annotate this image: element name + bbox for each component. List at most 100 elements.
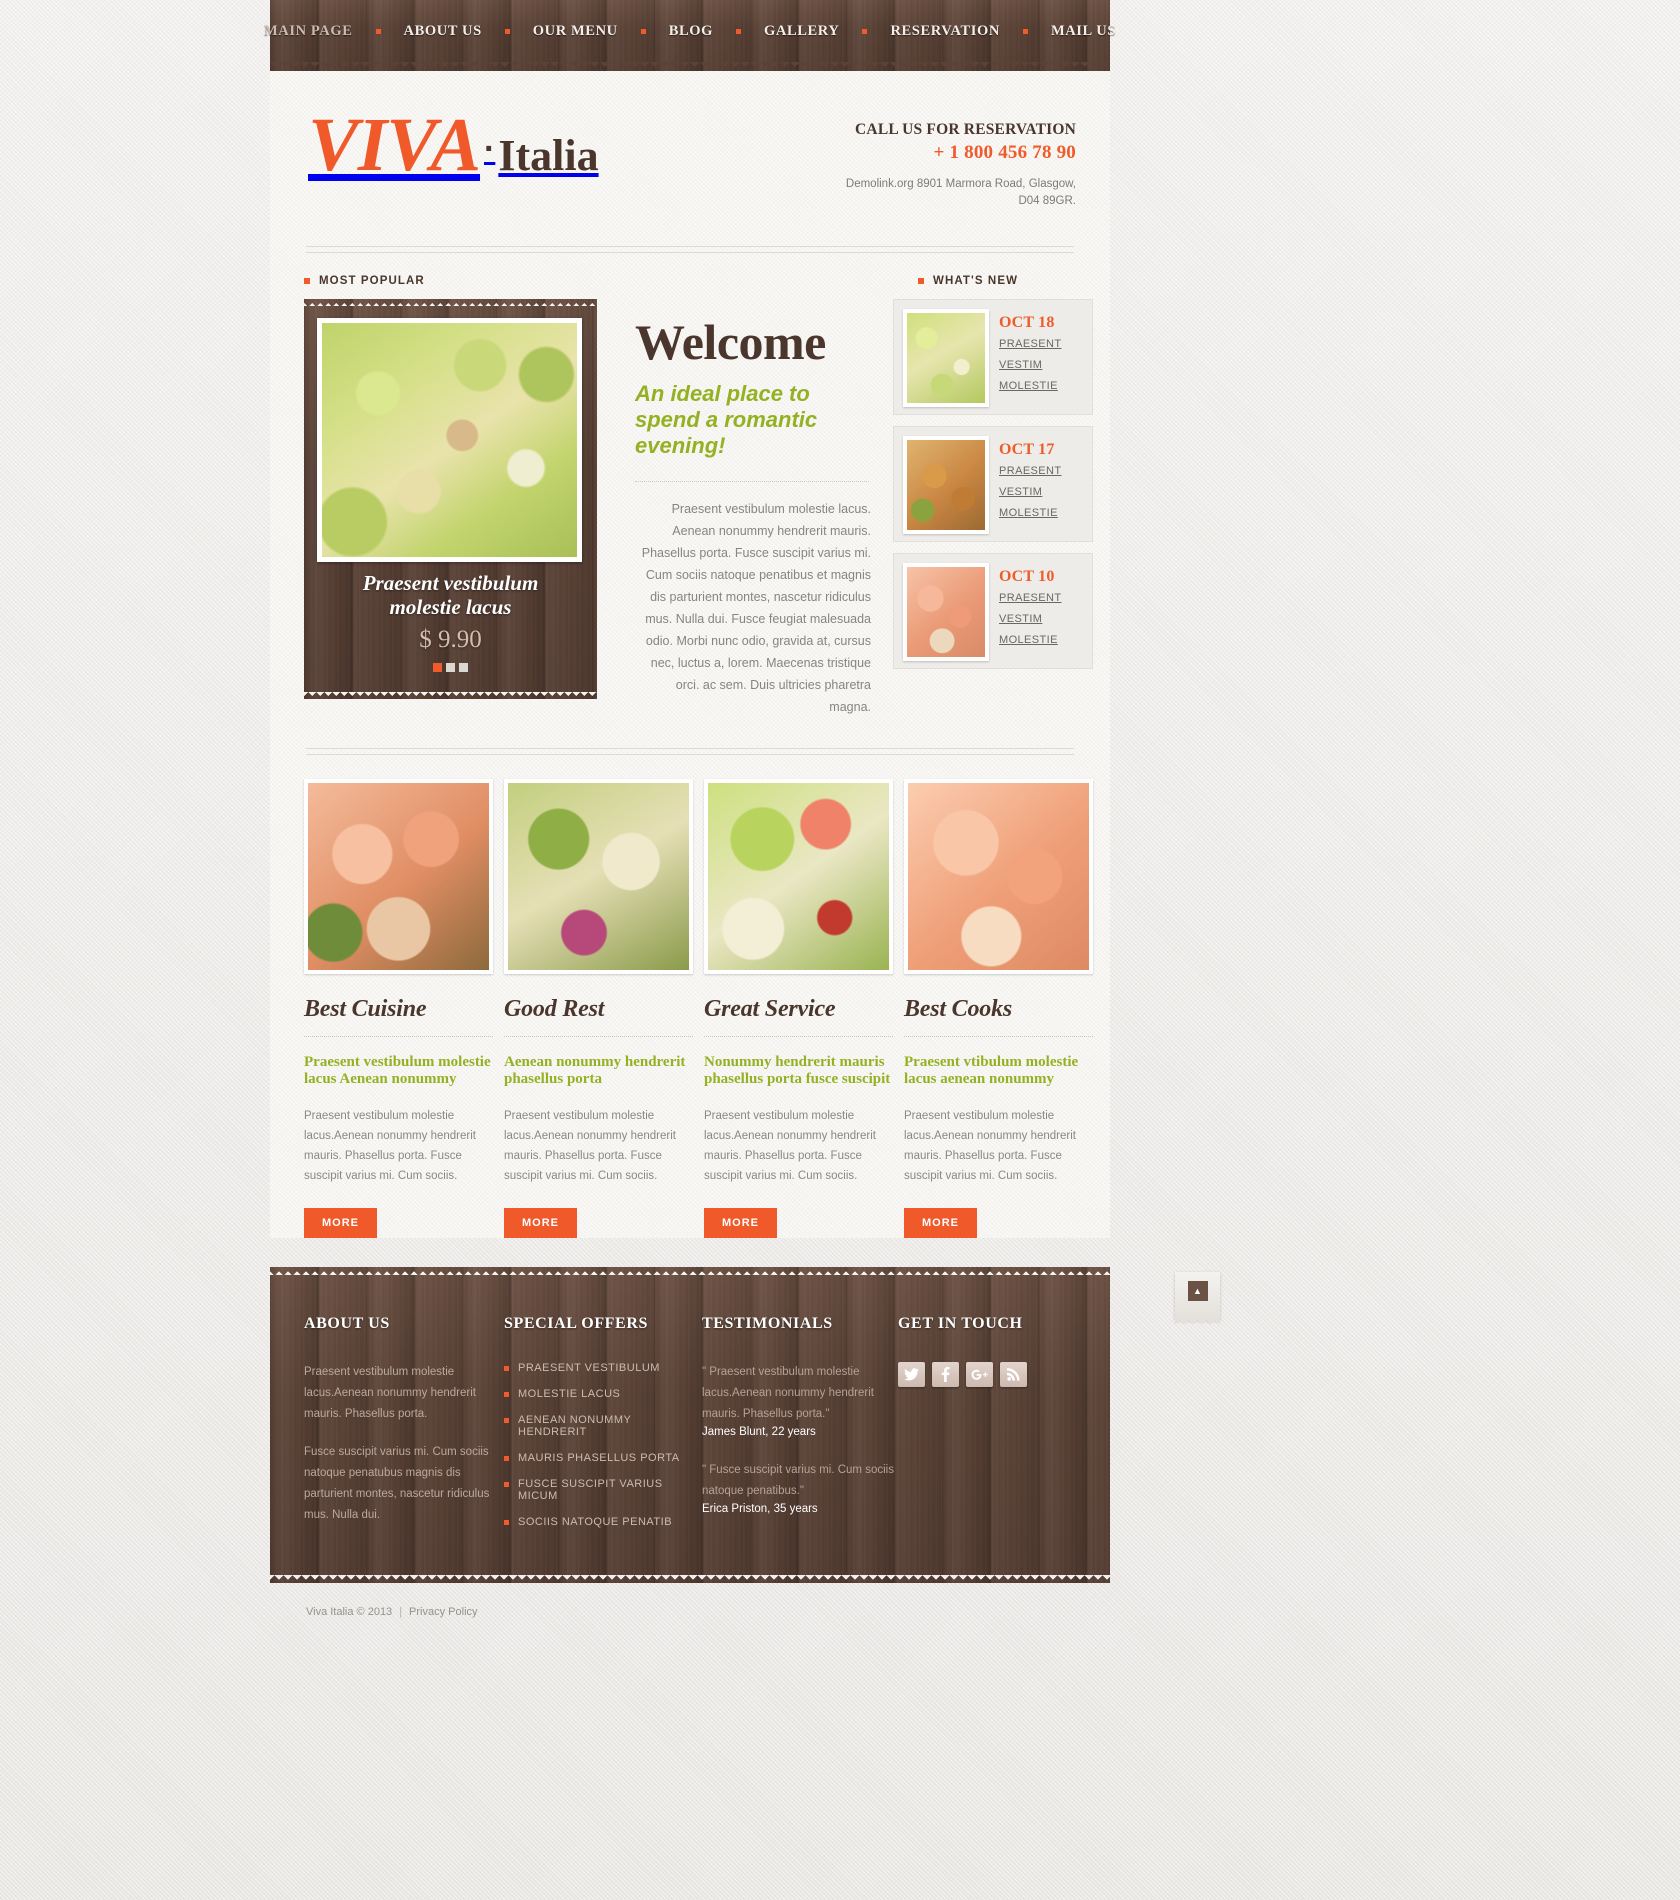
news-link-line-3[interactable]: MOLESTIE bbox=[999, 631, 1062, 649]
feature-heading: Aenean nonummy hendrerit phasellus porta bbox=[504, 1054, 686, 1087]
copyright-separator: | bbox=[399, 1606, 403, 1618]
page-container: MAIN PAGE ABOUT US OUR MENU BLOG GALLERY… bbox=[264, 0, 1115, 1900]
news-date: OCT 10 bbox=[999, 568, 1055, 585]
nav-item-mail-us[interactable]: MAIL US bbox=[1049, 23, 1118, 40]
news-meta: OCT 18 PRAESENT VESTIM MOLESTIE bbox=[999, 309, 1062, 405]
slider-dot-3[interactable] bbox=[459, 663, 468, 672]
news-thumbnail bbox=[903, 309, 989, 407]
main-navigation: MAIN PAGE ABOUT US OUR MENU BLOG GALLERY… bbox=[264, 0, 1115, 71]
news-link-line-2[interactable]: VESTIM bbox=[999, 610, 1062, 628]
site-logo[interactable]: VIVA · Italia bbox=[304, 103, 599, 187]
feature-photo-frame bbox=[504, 779, 693, 974]
feature-shrimp-skewer-image bbox=[308, 783, 489, 970]
nav-item-reservation[interactable]: RESERVATION bbox=[888, 23, 1002, 40]
footer-about-paragraph-1: Praesent vestibulum molestie lacus.Aenea… bbox=[304, 1366, 476, 1420]
bullet-square-icon bbox=[304, 278, 310, 284]
twitter-icon[interactable] bbox=[898, 1362, 925, 1387]
nav-item-main-page[interactable]: MAIN PAGE bbox=[262, 23, 355, 40]
news-link-line-2[interactable]: VESTIM bbox=[999, 483, 1062, 501]
feature-column-good-rest: Good Rest Aenean nonummy hendrerit phase… bbox=[504, 779, 693, 1238]
feature-divider bbox=[504, 1036, 693, 1037]
slider-pagination[interactable] bbox=[304, 663, 597, 672]
feature-column-best-cooks: Best Cooks Praesent vtibulum molestie la… bbox=[904, 779, 1093, 1238]
footer-offer-label: FUSCE SUSCIPIT VARIUS MICUM bbox=[518, 1478, 663, 1502]
feature-more-button[interactable]: MORE bbox=[504, 1208, 577, 1238]
footer-offer-label: MAURIS PHASELLUS PORTA bbox=[518, 1452, 680, 1464]
feature-column-great-service: Great Service Nonummy hendrerit mauris p… bbox=[704, 779, 893, 1238]
feature-photo-frame bbox=[704, 779, 893, 974]
logo-separator-icon: · bbox=[484, 130, 496, 168]
bullet-square-icon bbox=[504, 1366, 509, 1371]
nav-separator-icon bbox=[640, 29, 646, 34]
footer-offer-item[interactable]: AENEAN NONUMMY HENDRERIT bbox=[504, 1414, 702, 1438]
whats-new-list: OCT 18 PRAESENT VESTIM MOLESTIE OCT 17 P… bbox=[893, 299, 1093, 718]
feature-grilled-vegetables-image bbox=[508, 783, 689, 970]
feature-green-salad-image bbox=[708, 783, 889, 970]
footer-offer-item[interactable]: SOCIIS NATOQUE PENATIB bbox=[504, 1516, 702, 1528]
nav-item-blog[interactable]: BLOG bbox=[667, 23, 715, 40]
news-date: OCT 17 bbox=[999, 441, 1055, 458]
most-popular-heading: MOST POPULAR bbox=[304, 275, 918, 287]
bullet-square-icon bbox=[504, 1456, 509, 1461]
news-link-line-2[interactable]: VESTIM bbox=[999, 356, 1062, 374]
footer-column-get-in-touch: GET IN TOUCH bbox=[898, 1315, 1076, 1543]
slider-dot-1[interactable] bbox=[433, 663, 442, 672]
news-item[interactable]: OCT 17 PRAESENT VESTIM MOLESTIE bbox=[893, 426, 1093, 542]
slider-photo-frame bbox=[317, 318, 582, 562]
feature-title: Best Cuisine bbox=[304, 996, 427, 1022]
welcome-block: Welcome An ideal place to spend a romant… bbox=[597, 299, 871, 718]
slider-salad-image bbox=[322, 323, 577, 557]
featured-slider[interactable]: Praesent vestibulum molestie lacus $ 9.9… bbox=[304, 299, 597, 699]
feature-column-best-cuisine: Best Cuisine Praesent vestibulum molesti… bbox=[304, 779, 493, 1238]
feature-heading: Praesent vtibulum molestie lacus aenean … bbox=[904, 1054, 1079, 1087]
slider-caption: Praesent vestibulum molestie lacus $ 9.9… bbox=[304, 571, 597, 654]
contact-block: CALL US FOR RESERVATION + 1 800 456 78 9… bbox=[846, 111, 1076, 210]
news-link-line-1[interactable]: PRAESENT bbox=[999, 462, 1062, 480]
rss-icon[interactable] bbox=[1000, 1362, 1027, 1387]
footer-offer-label: AENEAN NONUMMY HENDRERIT bbox=[518, 1414, 632, 1438]
footer-column-testimonials: TESTIMONIALS " Praesent vestibulum moles… bbox=[702, 1315, 898, 1543]
testimonial-author: Erica Priston, 35 years bbox=[702, 1503, 818, 1515]
slider-dot-2[interactable] bbox=[446, 663, 455, 672]
nav-item-about-us[interactable]: ABOUT US bbox=[402, 23, 484, 40]
news-link-line-3[interactable]: MOLESTIE bbox=[999, 504, 1062, 522]
nav-separator-icon bbox=[375, 29, 381, 34]
slider-caption-line-1: Praesent vestibulum bbox=[362, 571, 539, 595]
news-shrimp-image bbox=[907, 567, 985, 657]
site-header: VIVA · Italia CALL US FOR RESERVATION + … bbox=[304, 71, 1076, 246]
footer-offer-item[interactable]: PRAESENT VESTIBULUM bbox=[504, 1362, 702, 1374]
feature-more-button[interactable]: MORE bbox=[904, 1208, 977, 1238]
feature-more-button[interactable]: MORE bbox=[304, 1208, 377, 1238]
news-salad-image bbox=[907, 313, 985, 403]
news-link-line-1[interactable]: PRAESENT bbox=[999, 589, 1062, 607]
footer-offer-item[interactable]: MAURIS PHASELLUS PORTA bbox=[504, 1452, 702, 1464]
news-link-line-1[interactable]: PRAESENT bbox=[999, 335, 1062, 353]
feature-divider bbox=[704, 1036, 893, 1037]
bullet-square-icon bbox=[504, 1418, 509, 1423]
bullet-square-icon bbox=[504, 1520, 509, 1525]
news-meta: OCT 10 PRAESENT VESTIM MOLESTIE bbox=[999, 563, 1062, 659]
whats-new-label: WHAT'S NEW bbox=[933, 275, 1019, 287]
facebook-icon[interactable] bbox=[932, 1362, 959, 1387]
feature-title: Best Cooks bbox=[904, 996, 1013, 1022]
phone-number[interactable]: + 1 800 456 78 90 bbox=[846, 142, 1076, 164]
nav-item-gallery[interactable]: GALLERY bbox=[762, 23, 841, 40]
testimonial-item: " Fusce suscipit varius mi. Cum sociis n… bbox=[702, 1460, 898, 1515]
logo-primary: VIVA bbox=[308, 103, 481, 187]
welcome-title: Welcome bbox=[635, 314, 826, 370]
feature-more-button[interactable]: MORE bbox=[704, 1208, 777, 1238]
google-plus-icon[interactable] bbox=[966, 1362, 993, 1387]
slider-price: $ 9.90 bbox=[419, 626, 482, 653]
privacy-policy-link[interactable]: Privacy Policy bbox=[409, 1606, 477, 1618]
news-link-line-3[interactable]: MOLESTIE bbox=[999, 377, 1062, 395]
nav-item-our-menu[interactable]: OUR MENU bbox=[531, 23, 620, 40]
footer-offer-item[interactable]: FUSCE SUSCIPIT VARIUS MICUM bbox=[504, 1478, 702, 1502]
news-item[interactable]: OCT 18 PRAESENT VESTIM MOLESTIE bbox=[893, 299, 1093, 415]
features-section: Best Cuisine Praesent vestibulum molesti… bbox=[304, 779, 1093, 1238]
news-item[interactable]: OCT 10 PRAESENT VESTIM MOLESTIE bbox=[893, 553, 1093, 669]
footer-offer-label: SOCIIS NATOQUE PENATIB bbox=[518, 1516, 673, 1528]
footer-offer-item[interactable]: MOLESTIE LACUS bbox=[504, 1388, 702, 1400]
back-to-top-button[interactable]: ▲ bbox=[1175, 1272, 1220, 1328]
social-links bbox=[898, 1362, 1076, 1387]
nav-separator-icon bbox=[862, 29, 868, 34]
